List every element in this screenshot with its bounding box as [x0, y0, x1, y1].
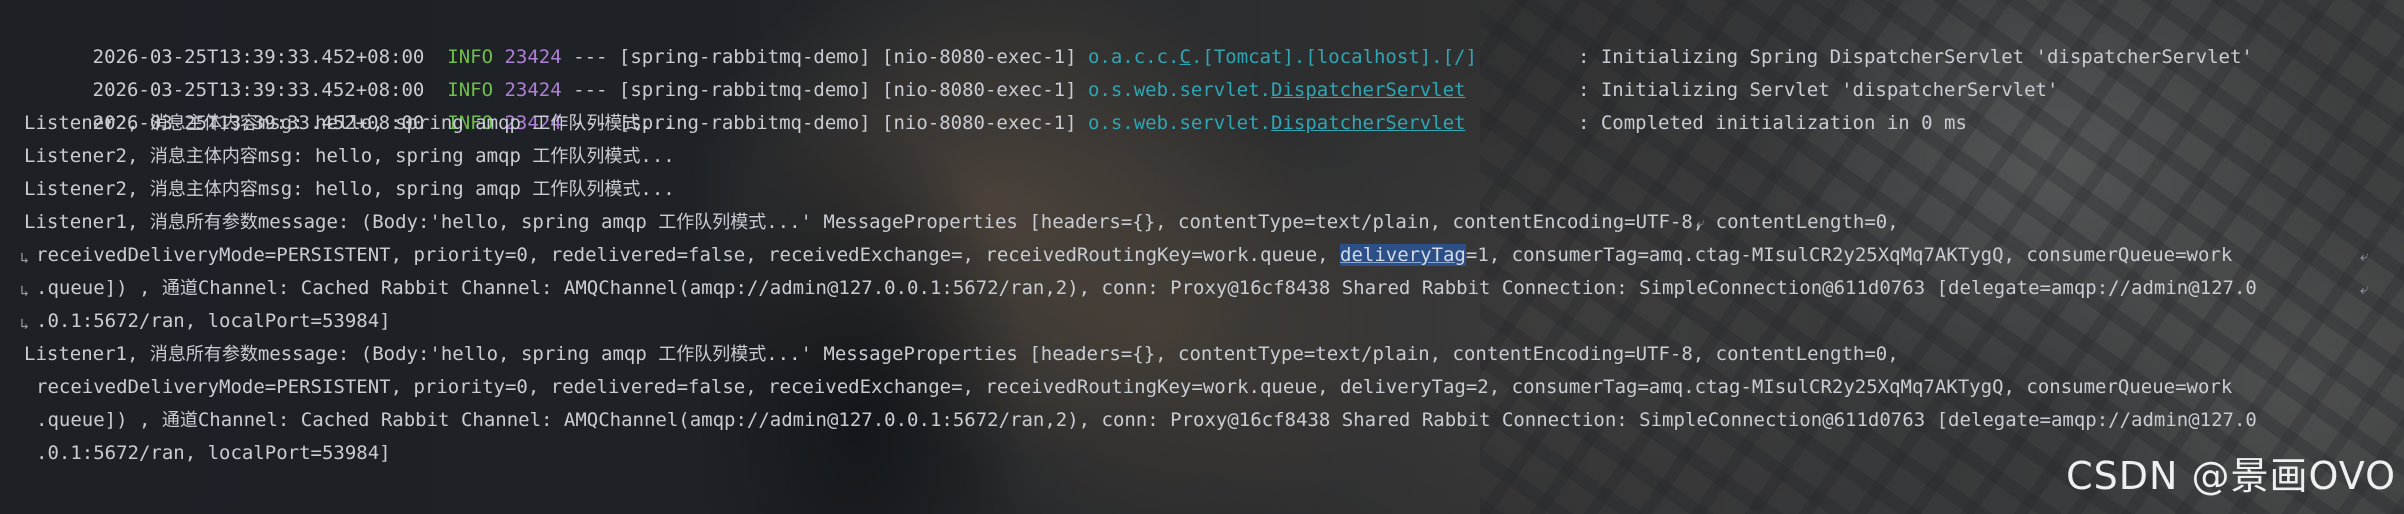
log-line[interactable]: Listener2, 消息主体内容msg: hello, spring amqp…: [0, 140, 2404, 173]
log-message: receivedDeliveryMode=PERSISTENT, priorit…: [36, 244, 1341, 266]
log-message: Channel: Cached Rabbit Channel: AMQChann…: [197, 277, 2257, 299]
log-message: msg: hello, spring amqp: [257, 145, 533, 167]
log-message: .0.1:5672/ran, localPort=53984]: [36, 442, 391, 464]
cjk-label: 消息主体内容: [149, 179, 258, 200]
log-message: .queue]) ,: [36, 277, 162, 299]
soft-wrap-continuation-icon: ↳: [20, 282, 30, 300]
log-message: message: (Body:'hello, spring amqp: [257, 343, 659, 365]
log-line[interactable]: Listener1, 消息所有参数message: (Body:'hello, …: [0, 338, 2404, 371]
log-line[interactable]: 2026-03-25T13:39:33.452+08:00 INFO 23424…: [0, 8, 2404, 68]
selected-text-delivery-tag[interactable]: deliveryTag: [1340, 244, 1466, 266]
log-line[interactable]: Listener2, 消息主体内容msg: hello, spring amqp…: [0, 173, 2404, 206]
log-message: ...' MessageProperties [headers={}, cont…: [766, 343, 1899, 365]
log-line-wrapped[interactable]: ↳ .0.1:5672/ran, localPort=53984]: [0, 305, 2404, 338]
soft-wrap-arrow-icon: ⤶: [1696, 214, 1705, 232]
soft-wrap-arrow-icon: ⤶: [2360, 247, 2369, 265]
log-message: msg: hello, spring amqp: [257, 112, 533, 134]
cjk-label: 工作队列模式: [658, 212, 767, 233]
log-line[interactable]: Listener2, 消息主体内容msg: hello, spring amqp…: [0, 107, 2404, 140]
cjk-label: 通道: [161, 410, 198, 431]
log-message: receivedDeliveryMode=PERSISTENT, priorit…: [36, 376, 2233, 398]
soft-wrap-continuation-icon: ↳: [20, 315, 30, 333]
log-line-wrapped[interactable]: .0.1:5672/ran, localPort=53984]: [0, 437, 2404, 470]
log-message: .queue]) ,: [36, 409, 162, 431]
listener-name: Listener1,: [24, 211, 150, 233]
log-line-wrapped[interactable]: ↳ receivedDeliveryMode=PERSISTENT, priori…: [0, 239, 2404, 272]
cjk-label: 工作队列模式: [658, 344, 767, 365]
log-line[interactable]: Listener1, 消息所有参数message: (Body:'hello, …: [0, 206, 2404, 239]
log-message: .0.1:5672/ran, localPort=53984]: [36, 310, 391, 332]
soft-wrap-arrow-icon: ⤶: [2360, 280, 2369, 298]
log-message-suffix: ...: [640, 178, 675, 200]
cjk-label: 工作队列模式: [532, 113, 641, 134]
log-output[interactable]: 2026-03-25T13:39:33.452+08:00 INFO 23424…: [0, 8, 2404, 470]
log-message: =1, consumerTag=amq.ctag-MIsulCR2y25XqMq…: [1465, 244, 2233, 266]
cjk-label: 消息主体内容: [149, 146, 258, 167]
log-message: msg: hello, spring amqp: [257, 178, 533, 200]
listener-name: Listener2,: [24, 112, 150, 134]
cjk-label: 消息所有参数: [149, 344, 258, 365]
listener-name: Listener2,: [24, 145, 150, 167]
cjk-label: 消息所有参数: [149, 212, 258, 233]
listener-name: Listener2,: [24, 178, 150, 200]
log-message-suffix: ...: [640, 112, 675, 134]
listener-name: Listener1,: [24, 343, 150, 365]
log-message: ...' MessageProperties [headers={}, cont…: [766, 211, 1911, 233]
log-message: Channel: Cached Rabbit Channel: AMQChann…: [197, 409, 2257, 431]
run-console[interactable]: 2026-03-25T13:39:33.452+08:00 INFO 23424…: [0, 0, 2404, 514]
csdn-watermark: CSDN @景画OVO: [2066, 454, 2396, 498]
log-line-wrapped[interactable]: .queue]) , 通道Channel: Cached Rabbit Chan…: [0, 404, 2404, 437]
log-line[interactable]: 2026-03-25T13:39:33.452+08:00 INFO 23424…: [0, 74, 2404, 134]
cjk-label: 消息主体内容: [149, 113, 258, 134]
log-line-wrapped[interactable]: ↳ .queue]) , 通道Channel: Cached Rabbit Cha…: [0, 272, 2404, 305]
soft-wrap-continuation-icon: ↳: [20, 249, 30, 267]
log-line[interactable]: 2026-03-25T13:39:33.452+08:00 INFO 23424…: [0, 41, 2404, 101]
cjk-label: 通道: [161, 278, 198, 299]
log-line-wrapped[interactable]: receivedDeliveryMode=PERSISTENT, priorit…: [0, 371, 2404, 404]
log-message-suffix: ...: [640, 145, 675, 167]
log-message: message: (Body:'hello, spring amqp: [257, 211, 659, 233]
cjk-label: 工作队列模式: [532, 179, 641, 200]
cjk-label: 工作队列模式: [532, 146, 641, 167]
